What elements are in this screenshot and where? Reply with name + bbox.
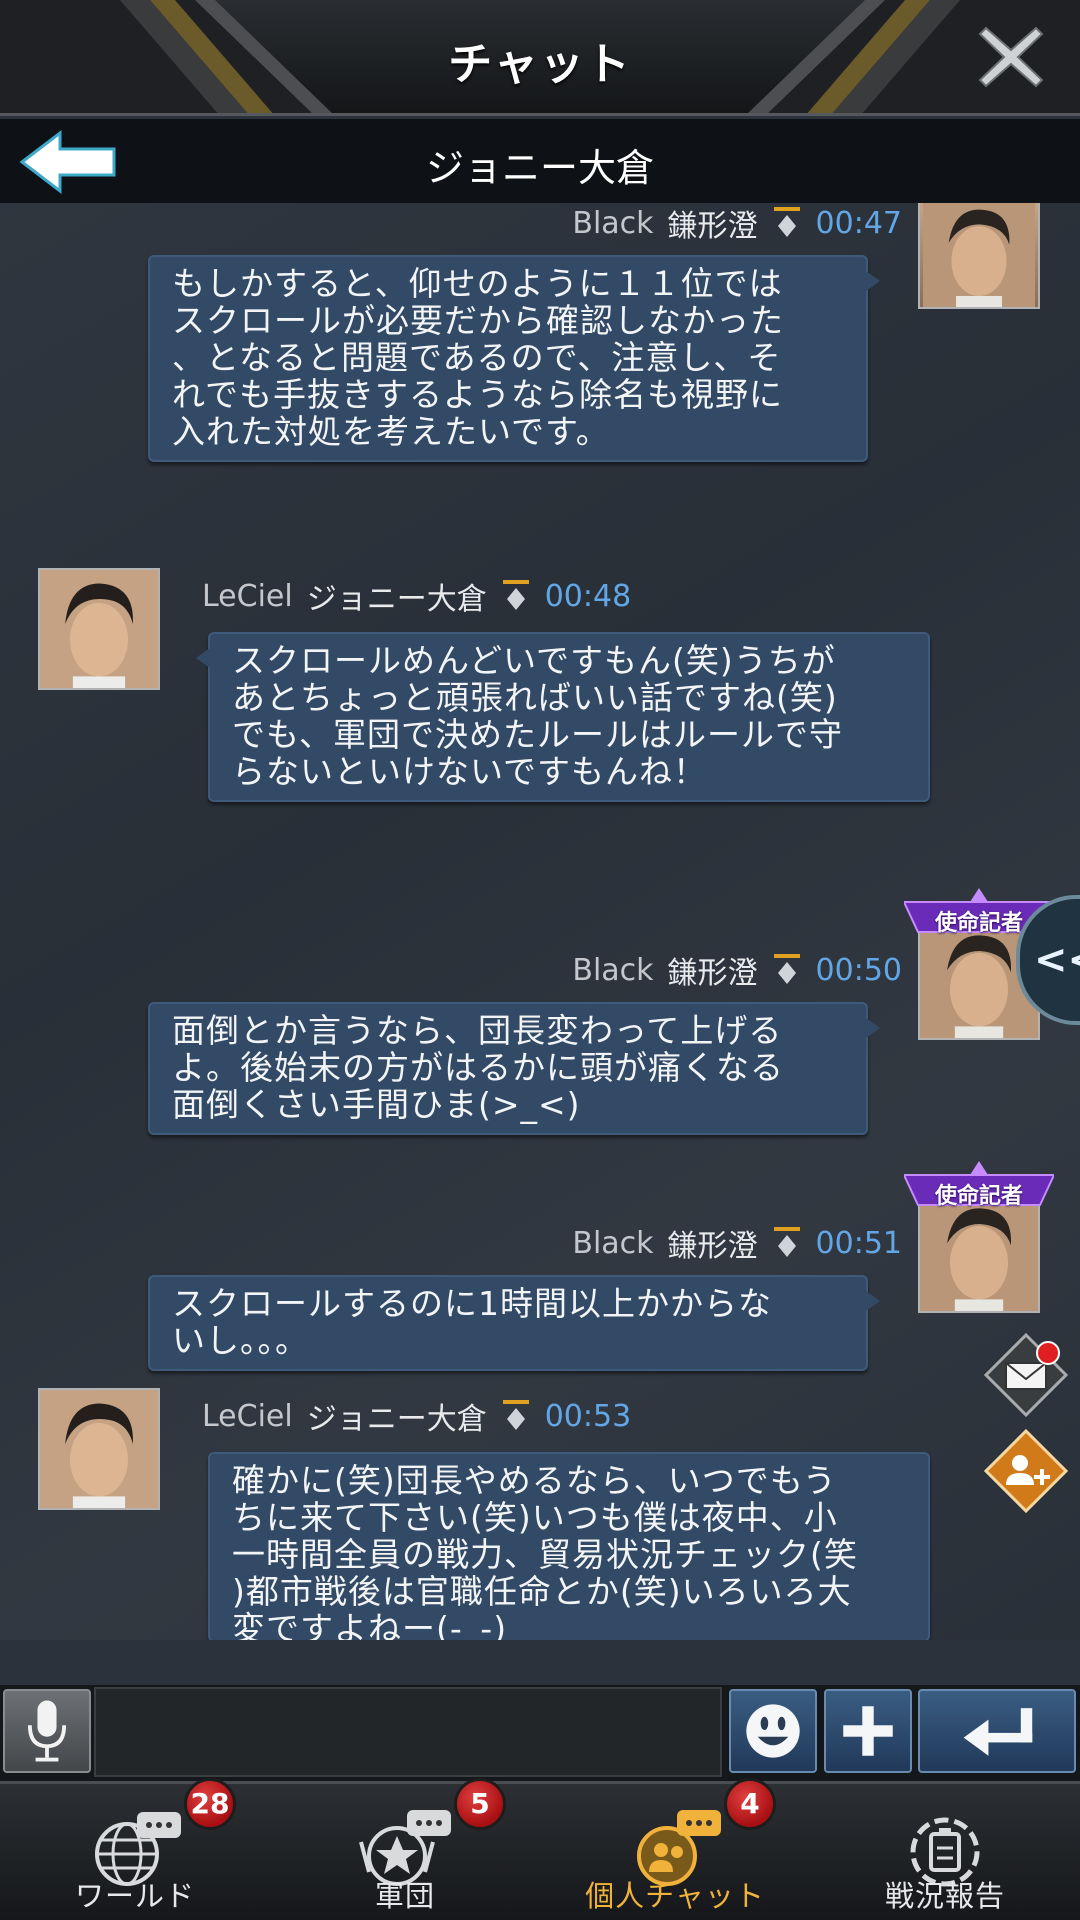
badge-label: 使命記者 [934, 1184, 1023, 1209]
sender-name: ジョニー大倉 [306, 582, 487, 617]
message-meta: Black 鎌形澄 00:50 [572, 948, 902, 992]
sender-name: 鎌形澄 [667, 1229, 758, 1264]
top-header: チャット [0, 0, 1080, 116]
sender-tag: LeCiel [202, 578, 293, 614]
microphone-icon [27, 1700, 67, 1762]
sender-name: ジョニー大倉 [306, 1402, 487, 1437]
sender-name: 鎌形澄 [667, 956, 758, 991]
message-input-bar [0, 1685, 1080, 1781]
tab-label: 軍団 [374, 1879, 435, 1913]
tab-label: 戦況報告 [884, 1879, 1005, 1913]
man-portrait-icon [923, 203, 1035, 307]
emoji-button[interactable] [729, 1689, 817, 1773]
bottom-navigation: 28 ワールド 5 軍団 4 個人チャット 戦況報告 [0, 1778, 1080, 1920]
tab-label: ワールド [74, 1879, 195, 1913]
unread-count-badge: 28 [184, 1778, 236, 1830]
avatar[interactable] [918, 203, 1040, 309]
plus-icon [843, 1706, 893, 1756]
rank-diamond-icon [502, 1400, 529, 1430]
avatar[interactable] [38, 568, 160, 690]
message-bubble: スクロールめんどいですもん(笑)うちが あとちょっと頑張ればいい話ですね(笑) … [196, 632, 930, 802]
tab-world[interactable]: 28 ワールド [0, 1778, 270, 1920]
message-time: 00:47 [815, 205, 902, 241]
message-bubble: もしかすると、仰せのように１１位では スクロールが必要だから確認しなかった 、と… [148, 255, 880, 462]
message-input[interactable] [94, 1687, 722, 1777]
side-tab-arrows: << [1034, 937, 1080, 983]
message-meta: LeCiel ジョニー大倉 00:53 [202, 1394, 631, 1438]
message-meta: Black 鎌形澄 00:51 [572, 1221, 902, 1265]
message-time: 00:51 [815, 1225, 902, 1261]
close-button[interactable] [976, 22, 1046, 92]
man-portrait-icon [40, 1390, 158, 1508]
message-time: 00:50 [815, 952, 902, 988]
tab-label: 個人チャット [585, 1879, 765, 1913]
conversation-partner-name: ジョニー大倉 [425, 146, 654, 190]
man-portrait-icon [40, 570, 158, 688]
rank-diamond-icon [502, 580, 529, 610]
message-meta: Black 鎌形澄 00:47 [572, 203, 902, 245]
attach-button[interactable] [824, 1689, 912, 1773]
tab-private-chat[interactable]: 4 個人チャット [540, 1778, 810, 1920]
message-time: 00:53 [544, 1398, 632, 1434]
smiley-icon [746, 1704, 800, 1758]
sender-tag: Black [572, 205, 654, 241]
rank-diamond-icon [773, 954, 800, 984]
message-bubble: 確かに(笑)団長やめるなら、いつでもう ちに来て下さい(笑)いつも僕は夜中、小 … [208, 1452, 930, 1640]
rank-diamond-icon [773, 207, 800, 237]
message-bubble: スクロールするのに1時間以上かからな いし。。。 [148, 1275, 880, 1371]
sender-tag: Black [572, 952, 654, 988]
unread-count-badge: 4 [724, 1778, 776, 1830]
page-title: チャット [448, 39, 632, 90]
sender-tag: Black [572, 1225, 654, 1261]
conversation-header: ジョニー大倉 [0, 119, 1080, 203]
rank-diamond-icon [773, 1227, 800, 1257]
unread-count-badge: 5 [454, 1778, 506, 1830]
tab-legion[interactable]: 5 軍団 [270, 1778, 540, 1920]
enter-icon [963, 1708, 1033, 1756]
send-button[interactable] [918, 1689, 1076, 1773]
chat-message-list[interactable]: Black 鎌形澄 00:47 もしかすると、仰せのように１１位では スクロール… [0, 203, 1080, 1640]
sender-name: 鎌形澄 [667, 209, 758, 244]
sender-tag: LeCiel [202, 1398, 293, 1434]
voice-input-button[interactable] [3, 1689, 91, 1773]
chat-area-bottom [0, 1640, 1080, 1685]
message-bubble: 面倒とか言うなら、団長変わって上げる よ。後始末の方がはるかに頭が痛くなる 面倒… [148, 1002, 880, 1135]
message-meta: LeCiel ジョニー大倉 00:48 [202, 574, 631, 618]
mail-button[interactable] [984, 1333, 1068, 1417]
message-time: 00:48 [544, 578, 632, 614]
add-friend-button[interactable] [984, 1429, 1068, 1513]
avatar[interactable] [38, 1388, 160, 1510]
tab-battle-report[interactable]: 戦況報告 [810, 1784, 1080, 1920]
